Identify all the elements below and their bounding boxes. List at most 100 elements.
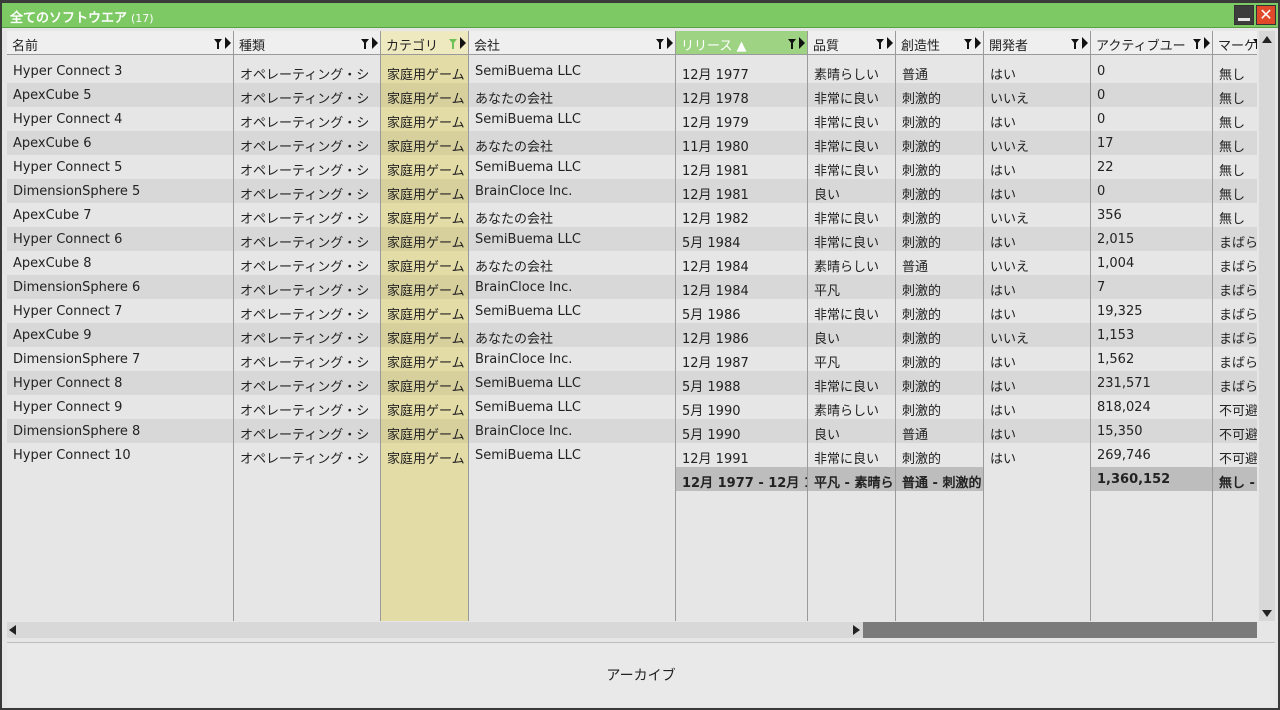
table-cell-market[interactable]: まばら xyxy=(1213,251,1257,275)
horizontal-scroll-thumb[interactable] xyxy=(863,622,1257,638)
table-cell-active-users[interactable]: 7 xyxy=(1091,275,1212,299)
scroll-left-icon[interactable] xyxy=(9,625,16,635)
table-cell-developer[interactable]: はい xyxy=(984,299,1090,323)
table-cell-category[interactable]: 家庭用ゲーム xyxy=(381,395,468,419)
table-cell-creativity[interactable]: 刺激的 xyxy=(896,131,983,155)
table-cell-release[interactable]: 12月 1977 xyxy=(676,59,807,83)
table-cell-type[interactable]: オペレーティング・シ xyxy=(234,371,380,395)
archive-button[interactable]: アーカイブ xyxy=(600,664,681,686)
table-cell-developer[interactable]: いいえ xyxy=(984,251,1090,275)
filter-icon[interactable] xyxy=(1070,36,1080,50)
table-cell-name[interactable]: ApexCube 6 xyxy=(7,131,233,155)
table-cell-name[interactable]: Hyper Connect 6 xyxy=(7,227,233,251)
table-cell-type[interactable]: オペレーティング・シ xyxy=(234,131,380,155)
table-cell-release[interactable]: 12月 1982 xyxy=(676,203,807,227)
filter-icon[interactable] xyxy=(213,36,223,50)
column-header-active-users[interactable]: アクティブユー xyxy=(1091,31,1212,55)
table-cell-name[interactable]: Hyper Connect 8 xyxy=(7,371,233,395)
table-cell-creativity[interactable]: 刺激的 xyxy=(896,227,983,251)
table-cell-creativity[interactable]: 普通 xyxy=(896,251,983,275)
table-cell-company[interactable]: あなたの会社 xyxy=(469,251,675,275)
column-header-quality[interactable]: 品質 xyxy=(808,31,895,55)
table-cell-market[interactable]: まばら xyxy=(1213,227,1257,251)
table-cell-release[interactable]: 5月 1984 xyxy=(676,227,807,251)
table-cell-release[interactable]: 5月 1990 xyxy=(676,395,807,419)
table-cell-developer[interactable]: いいえ xyxy=(984,131,1090,155)
table-cell-category[interactable]: 家庭用ゲーム xyxy=(381,59,468,83)
table-cell-type[interactable]: オペレーティング・シ xyxy=(234,203,380,227)
table-cell-category[interactable]: 家庭用ゲーム xyxy=(381,299,468,323)
table-cell-quality[interactable]: 非常に良い xyxy=(808,107,895,131)
table-cell-release[interactable]: 12月 1984 xyxy=(676,251,807,275)
table-cell-name[interactable]: ApexCube 9 xyxy=(7,323,233,347)
table-cell-quality[interactable]: 非常に良い xyxy=(808,443,895,467)
table-cell-category[interactable]: 家庭用ゲーム xyxy=(381,227,468,251)
table-cell-category[interactable]: 家庭用ゲーム xyxy=(381,203,468,227)
table-cell-type[interactable]: オペレーティング・シ xyxy=(234,59,380,83)
filter-icon[interactable] xyxy=(963,36,973,50)
table-cell-quality[interactable]: 平凡 xyxy=(808,347,895,371)
column-header-market[interactable]: マーケ xyxy=(1213,31,1257,55)
column-header-type[interactable]: 種類 xyxy=(234,31,380,55)
table-cell-active-users[interactable]: 818,024 xyxy=(1091,395,1212,419)
table-cell-name[interactable]: ApexCube 8 xyxy=(7,251,233,275)
table-cell-quality[interactable]: 非常に良い xyxy=(808,299,895,323)
table-cell-creativity[interactable]: 刺激的 xyxy=(896,83,983,107)
expand-column-icon[interactable] xyxy=(225,37,231,49)
table-cell-active-users[interactable]: 1,004 xyxy=(1091,251,1212,275)
table-cell-creativity[interactable]: 刺激的 xyxy=(896,371,983,395)
filter-icon[interactable] xyxy=(655,36,665,50)
filter-icon[interactable] xyxy=(1252,36,1257,50)
table-cell-creativity[interactable]: 刺激的 xyxy=(896,107,983,131)
table-cell-developer[interactable]: はい xyxy=(984,347,1090,371)
table-cell-quality[interactable]: 良い xyxy=(808,179,895,203)
table-cell-category[interactable]: 家庭用ゲーム xyxy=(381,251,468,275)
table-cell-category[interactable]: 家庭用ゲーム xyxy=(381,371,468,395)
table-cell-quality[interactable]: 非常に良い xyxy=(808,131,895,155)
table-cell-type[interactable]: オペレーティング・シ xyxy=(234,443,380,467)
table-cell-category[interactable]: 家庭用ゲーム xyxy=(381,179,468,203)
table-cell-active-users[interactable]: 231,571 xyxy=(1091,371,1212,395)
table-cell-type[interactable]: オペレーティング・シ xyxy=(234,179,380,203)
table-cell-type[interactable]: オペレーティング・シ xyxy=(234,155,380,179)
table-cell-release[interactable]: 12月 1987 xyxy=(676,347,807,371)
minimize-button[interactable] xyxy=(1234,5,1254,25)
table-cell-type[interactable]: オペレーティング・シ xyxy=(234,323,380,347)
table-cell-name[interactable]: DimensionSphere 8 xyxy=(7,419,233,443)
table-cell-quality[interactable]: 良い xyxy=(808,323,895,347)
table-cell-market[interactable]: まばら xyxy=(1213,323,1257,347)
table-cell-creativity[interactable]: 刺激的 xyxy=(896,443,983,467)
table-cell-market[interactable]: 不可避 xyxy=(1213,419,1257,443)
table-cell-active-users[interactable]: 269,746 xyxy=(1091,443,1212,467)
table-cell-release[interactable]: 5月 1988 xyxy=(676,371,807,395)
table-cell-company[interactable]: BrainCloce Inc. xyxy=(469,275,675,299)
table-cell-category[interactable]: 家庭用ゲーム xyxy=(381,131,468,155)
table-cell-active-users[interactable]: 0 xyxy=(1091,179,1212,203)
expand-column-icon[interactable] xyxy=(372,37,378,49)
table-cell-developer[interactable]: はい xyxy=(984,275,1090,299)
table-cell-active-users[interactable]: 17 xyxy=(1091,131,1212,155)
table-cell-market[interactable]: 不可避 xyxy=(1213,395,1257,419)
table-cell-quality[interactable]: 非常に良い xyxy=(808,83,895,107)
table-cell-creativity[interactable]: 刺激的 xyxy=(896,299,983,323)
table-cell-company[interactable]: あなたの会社 xyxy=(469,203,675,227)
table-cell-company[interactable]: SemiBuema LLC xyxy=(469,395,675,419)
table-cell-quality[interactable]: 非常に良い xyxy=(808,227,895,251)
table-cell-active-users[interactable]: 0 xyxy=(1091,83,1212,107)
title-bar[interactable]: 全てのソフトウエア (17) ✕ xyxy=(2,3,1278,28)
table-cell-active-users[interactable]: 356 xyxy=(1091,203,1212,227)
expand-column-icon[interactable] xyxy=(1082,37,1088,49)
table-cell-name[interactable]: Hyper Connect 4 xyxy=(7,107,233,131)
table-cell-active-users[interactable]: 1,153 xyxy=(1091,323,1212,347)
table-cell-category[interactable]: 家庭用ゲーム xyxy=(381,107,468,131)
table-cell-category[interactable]: 家庭用ゲーム xyxy=(381,347,468,371)
table-cell-active-users[interactable]: 22 xyxy=(1091,155,1212,179)
table-cell-active-users[interactable]: 1,562 xyxy=(1091,347,1212,371)
table-cell-quality[interactable]: 非常に良い xyxy=(808,203,895,227)
table-cell-quality[interactable]: 素晴らしい xyxy=(808,395,895,419)
filter-icon[interactable] xyxy=(448,36,458,50)
table-cell-creativity[interactable]: 普通 xyxy=(896,419,983,443)
table-cell-company[interactable]: SemiBuema LLC xyxy=(469,59,675,83)
column-header-creativity[interactable]: 創造性 xyxy=(896,31,983,55)
table-cell-release[interactable]: 12月 1981 xyxy=(676,179,807,203)
